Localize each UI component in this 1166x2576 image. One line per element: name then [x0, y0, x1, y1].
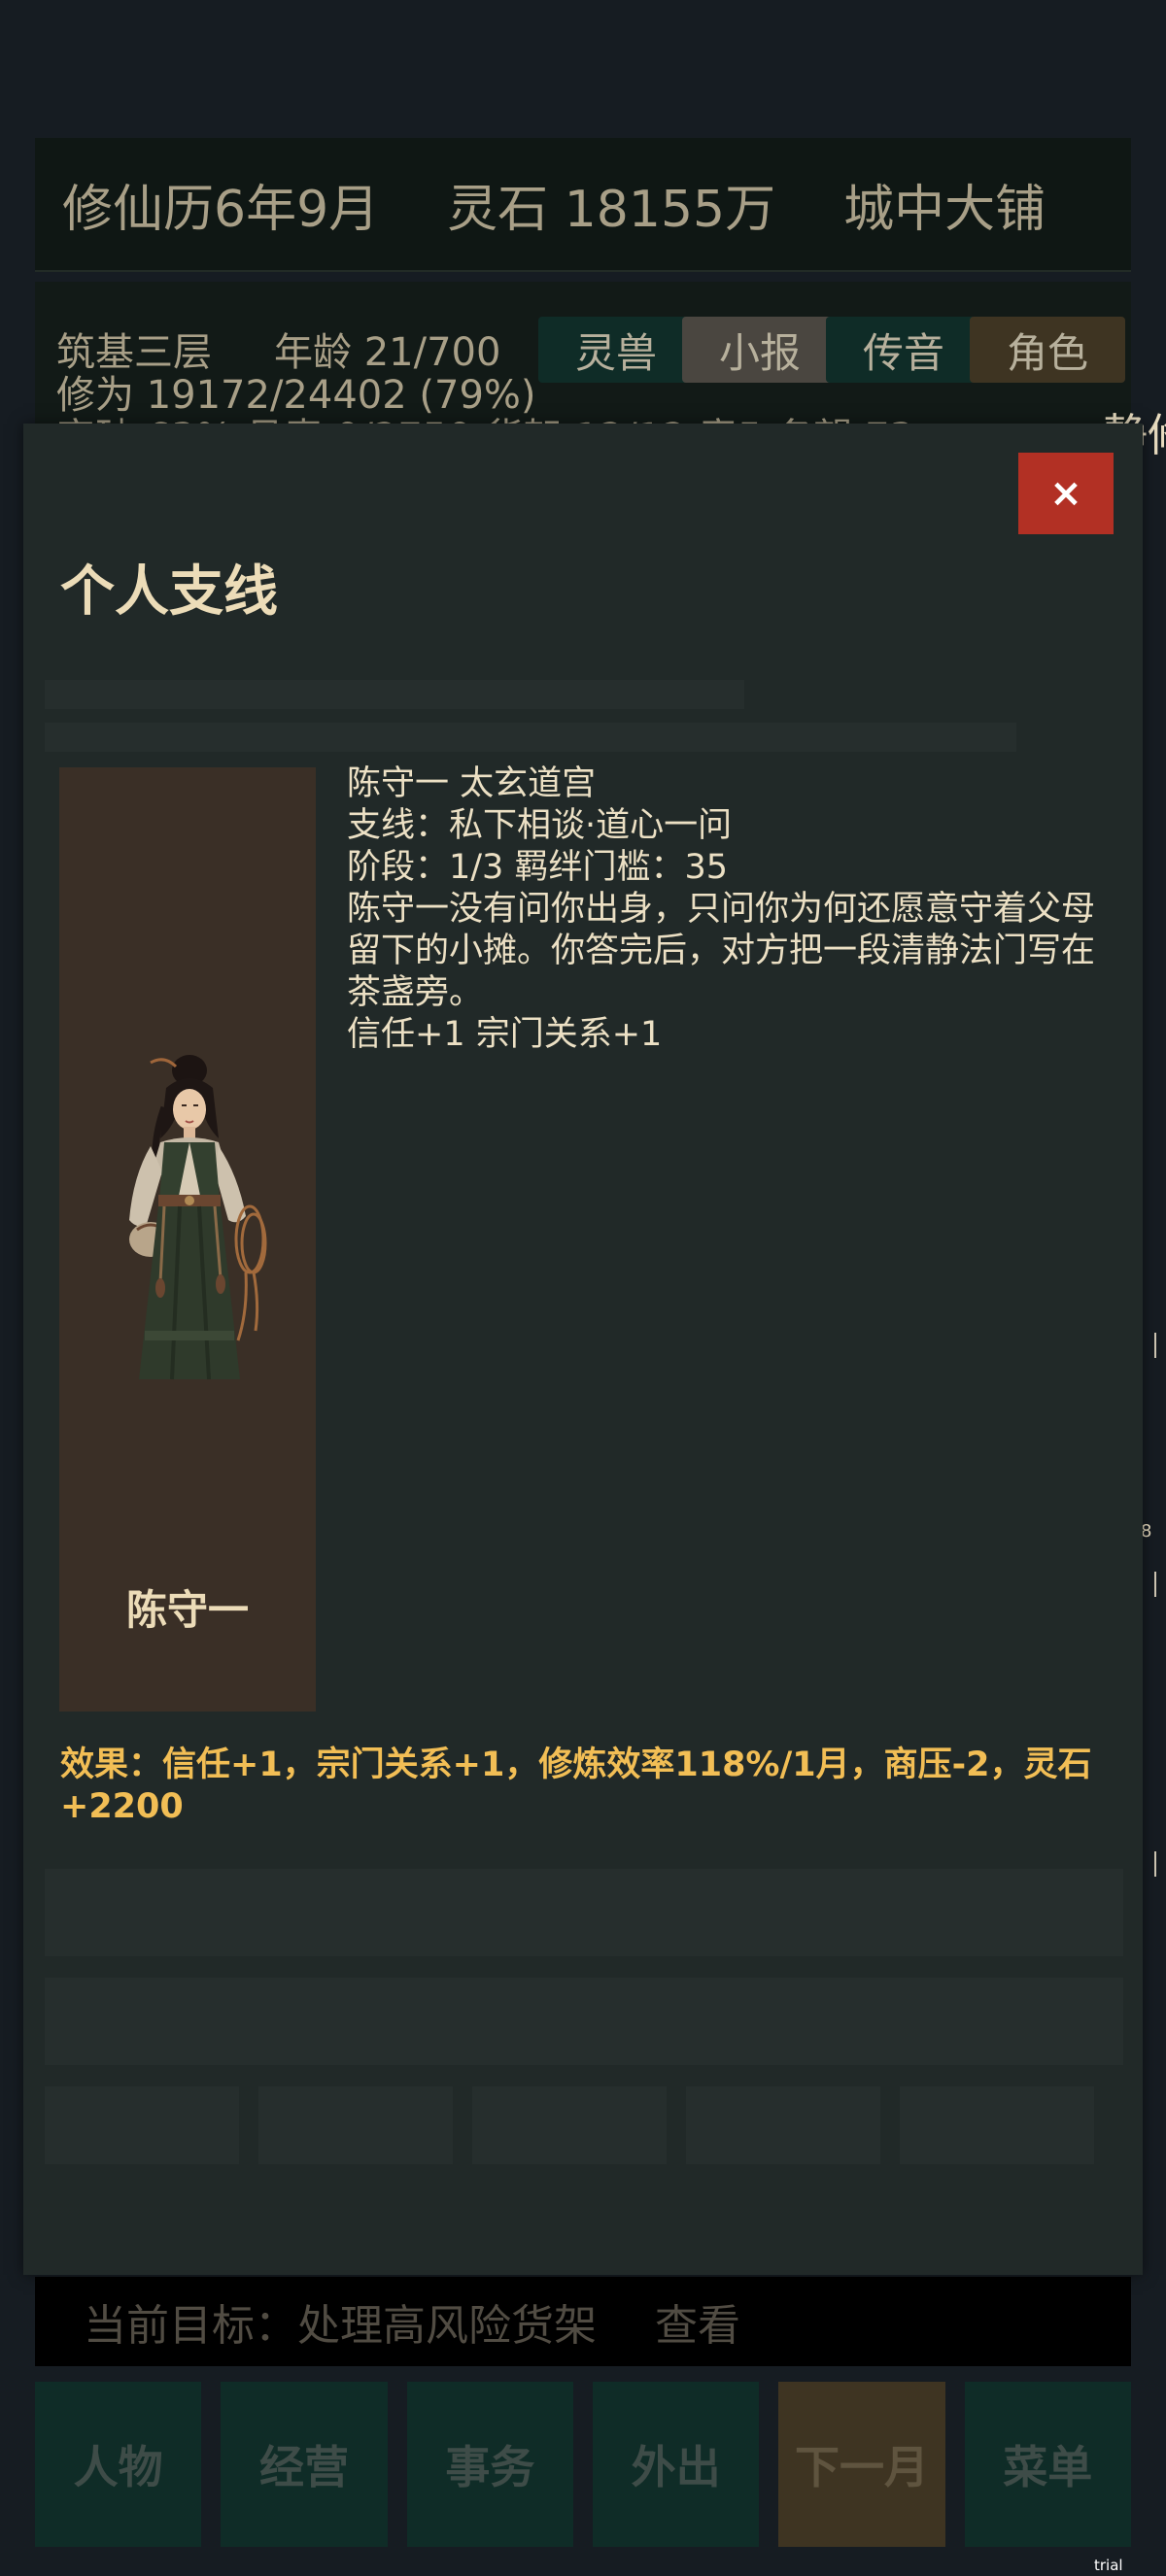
npc-portrait-image	[129, 1055, 267, 1380]
stage-and-bond-threshold: 阶段：1/3 羁绊门槛：35	[347, 848, 728, 887]
modal-title: 个人支线	[60, 560, 278, 624]
trial-watermark: trial version	[1094, 2557, 1148, 2576]
storyline-rewards: 信任+1 宗门关系+1	[347, 1015, 663, 1054]
npc-portrait-name: 陈守一	[125, 1586, 249, 1634]
storyline-detail: 陈守一 太玄道宫 支线：私下相谈·道心一问 阶段：1/3 羁绊门槛：35 陈守一…	[347, 763, 1124, 1056]
nav-next-month-button[interactable]: 下一月	[778, 2382, 945, 2547]
nav-business-button[interactable]: 经营	[221, 2382, 388, 2547]
edge-marker	[1154, 1851, 1166, 1877]
tab-character[interactable]: 角色	[970, 317, 1125, 383]
spirit-stone-count: 灵石 18155万	[447, 180, 776, 239]
nav-menu-button[interactable]: 菜单	[964, 2382, 1131, 2547]
tab-news[interactable]: 小报	[682, 317, 838, 383]
top-status-bar: 修仙历6年9月 灵石 18155万 城中大铺	[35, 138, 1131, 272]
bottom-nav: 人物 经营 事务 外出 下一月 菜单	[35, 2382, 1131, 2557]
current-goal-text: 当前目标：处理高风险货架	[84, 2301, 597, 2351]
nav-character-button[interactable]: 人物	[35, 2382, 202, 2547]
storyline-description: 陈守一没有问你出身，只问你为何还愿意守着父母留下的小摊。你答完后，对方把一段清静…	[347, 890, 1096, 1012]
personal-storyline-modal: × 个人支线 陈守一 陈守一 太玄道宫 支线：私下相谈·道心一问 阶段：1/3 …	[23, 424, 1143, 2275]
nav-outing-button[interactable]: 外出	[592, 2382, 760, 2547]
effect-summary: 效果：信任+1，宗门关系+1，修炼效率118%/1月，商压-2，灵石+2200	[60, 1746, 1092, 1826]
npc-name-and-sect: 陈守一 太玄道宫	[347, 764, 597, 803]
storyline-name: 支线：私下相谈·道心一问	[347, 806, 733, 845]
close-icon: ×	[1049, 471, 1082, 516]
game-date: 修仙历6年9月	[62, 180, 380, 239]
close-button[interactable]: ×	[1018, 453, 1114, 534]
view-goal-link[interactable]: 查看	[655, 2290, 740, 2353]
shop-location: 城中大铺	[843, 180, 1046, 239]
npc-portrait-panel: 陈守一	[59, 767, 316, 1712]
edge-marker	[1154, 1333, 1166, 1358]
tab-message[interactable]: 传音	[826, 317, 981, 383]
current-goal-bar: 当前目标：处理高风险货架 查看	[35, 2277, 1131, 2366]
edge-marker	[1154, 1572, 1166, 1597]
player-status-block: 筑基三层 年龄 21/700 修为 19172/24402 (79%) 突破 6…	[35, 282, 1131, 460]
tab-spirit-beast[interactable]: 灵兽	[538, 317, 694, 383]
nav-affairs-button[interactable]: 事务	[406, 2382, 573, 2547]
